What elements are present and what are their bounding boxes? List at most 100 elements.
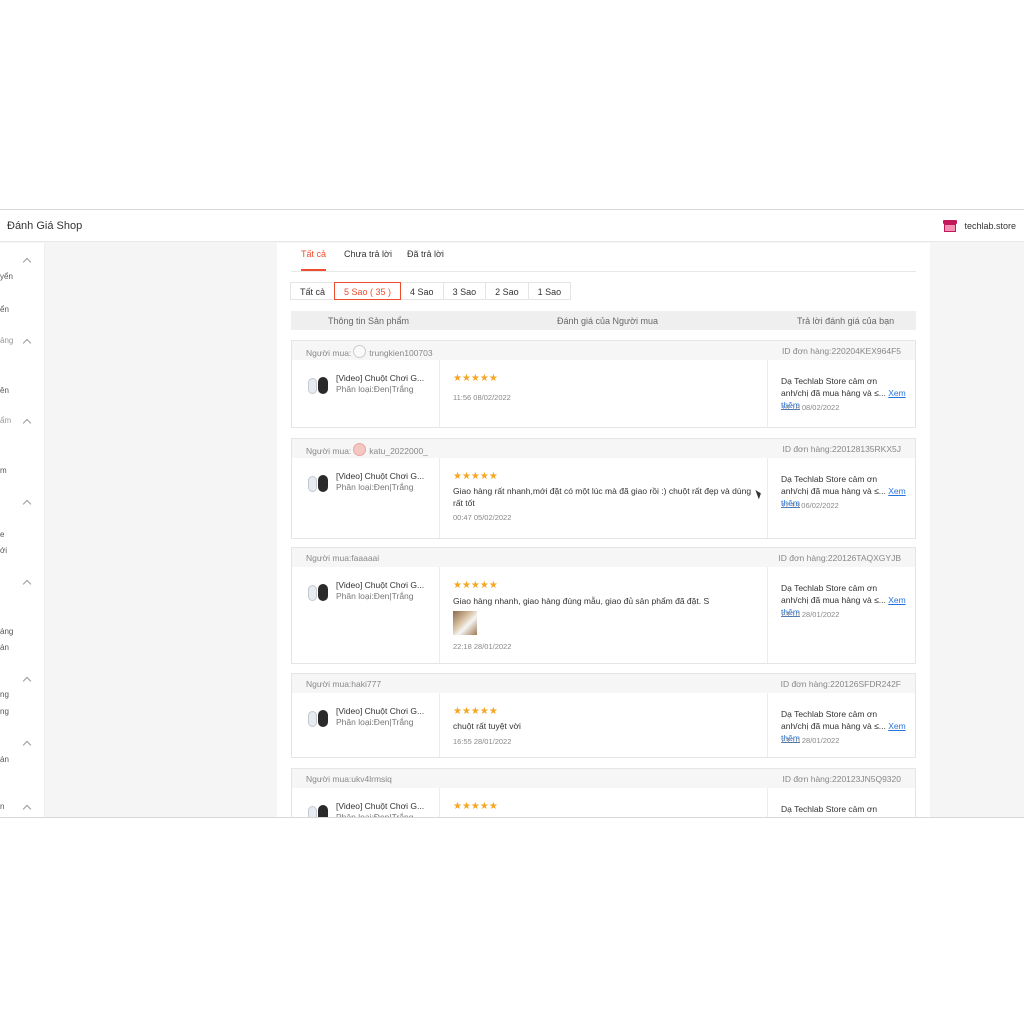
reply-cell: Dạ Techlab Store cảm ơn anh/chị đã mua h… — [767, 567, 915, 663]
product-thumbnail[interactable] — [306, 376, 330, 396]
product-variant: Phân loại:Đen|Trắng — [336, 812, 414, 818]
review-row: Người mua:haki777 ID đơn hàng:220126SFDR… — [291, 673, 916, 758]
buyer-info: Người mua: katu_2022000_ — [306, 443, 428, 457]
order-id[interactable]: ID đơn hàng:220126TAQXGYJB — [778, 553, 901, 563]
filter-1-star[interactable]: 1 Sao — [527, 282, 572, 300]
sidebar-item[interactable]: án — [0, 755, 9, 764]
sidebar-item[interactable]: ng — [0, 707, 9, 716]
filter-all[interactable]: Tất cả — [290, 282, 336, 300]
star-icon: ★★★★★ — [453, 801, 498, 812]
reply-time: 23:10 28/01/2022 — [781, 736, 840, 745]
product-cell: [Video] Chuột Chơi G... Phân loại:Đen|Tr… — [292, 788, 440, 818]
review-photo[interactable] — [453, 611, 477, 635]
star-filter: Tất cả 5 Sao ( 35 ) 4 Sao 3 Sao 2 Sao 1 … — [290, 282, 572, 300]
product-variant: Phân loại:Đen|Trắng — [336, 384, 414, 394]
rating-stars: ★★★★★ — [453, 472, 500, 482]
chevron-up-icon[interactable] — [22, 676, 32, 686]
table-header: Thông tin Sản phẩm Đánh giá của Người mu… — [291, 311, 916, 330]
tab-replied[interactable]: Đã trả lời — [407, 249, 444, 269]
rating-stars: ★★★★★ — [453, 581, 500, 591]
product-name[interactable]: [Video] Chuột Chơi G... — [336, 373, 431, 383]
review-row: Người mua:ukv4lrmsiq ID đơn hàng:220123J… — [291, 768, 916, 818]
buyer-username[interactable]: trungkien100703 — [369, 348, 432, 358]
filter-5-star[interactable]: 5 Sao ( 35 ) — [334, 282, 402, 300]
app-window: Đánh Giá Shop techlab.store yển ển ảng ê… — [0, 209, 1024, 818]
star-icon: ★★★★★ — [453, 706, 498, 717]
avatar — [353, 443, 367, 456]
product-name[interactable]: [Video] Chuột Chơi G... — [336, 471, 431, 481]
review-time: 22:18 28/01/2022 — [453, 642, 512, 651]
avatar — [353, 345, 367, 358]
sidebar-item[interactable]: án — [0, 643, 9, 652]
tab-unreplied[interactable]: Chưa trả lời — [344, 249, 392, 269]
review-row: Người mua: katu_2022000_ ID đơn hàng:220… — [291, 438, 916, 539]
rating-stars: ★★★★★ — [453, 802, 500, 812]
chevron-up-icon[interactable] — [22, 804, 32, 814]
sidebar-item[interactable]: yển — [0, 272, 13, 281]
product-variant: Phân loại:Đen|Trắng — [336, 591, 414, 601]
filter-4-star[interactable]: 4 Sao — [400, 282, 444, 300]
order-id[interactable]: ID đơn hàng:220123JN5Q9320 — [782, 774, 901, 784]
reply-status-tabs: Tất cả Chưa trả lời Đã trả lời — [291, 243, 916, 272]
page-title: Đánh Giá Shop — [7, 219, 83, 232]
review-cell: ★★★★★ chuột rất tuyệt vời 16:55 28/01/20… — [439, 693, 768, 757]
star-icon: ★★★★★ — [453, 580, 498, 591]
chevron-up-icon[interactable] — [22, 338, 32, 348]
review-cell: ★★★★★ Giao hàng nhanh, giao hàng đúng mẫ… — [439, 567, 768, 663]
reply-time: 11:13 06/02/2022 — [781, 501, 839, 510]
product-cell: [Video] Chuột Chơi G... Phân loại:Đen|Tr… — [292, 458, 440, 538]
sidebar-item[interactable]: ên — [0, 386, 9, 395]
tab-all[interactable]: Tất cả — [301, 249, 327, 271]
product-variant: Phân loại:Đen|Trắng — [336, 717, 414, 727]
product-name[interactable]: [Video] Chuột Chơi G... — [336, 706, 431, 716]
review-cell: ★★★★★ Giao hàng rất nhanh,mới đặt có một… — [439, 458, 768, 538]
sidebar-item[interactable]: m — [0, 466, 7, 475]
buyer-info: Người mua:faaaaai — [306, 553, 380, 563]
buyer-info: Người mua:haki777 — [306, 679, 382, 689]
review-time: 16:55 28/01/2022 — [453, 737, 512, 746]
review-cell: ★★★★★ — [439, 788, 768, 817]
order-id[interactable]: ID đơn hàng:220128135RKX5J — [782, 444, 901, 454]
product-thumbnail[interactable] — [306, 709, 330, 729]
star-icon: ★★★★★ — [453, 373, 498, 384]
sidebar: yển ển ảng ên ẩm m e ới áng án ng ng án … — [0, 243, 45, 817]
sidebar-item[interactable]: ển — [0, 305, 9, 314]
buyer-username[interactable]: katu_2022000_ — [369, 446, 428, 456]
chevron-up-icon[interactable] — [22, 579, 32, 589]
product-thumbnail[interactable] — [306, 583, 330, 603]
chevron-up-icon[interactable] — [22, 257, 32, 267]
header-product: Thông tin Sản phẩm — [328, 316, 410, 326]
sidebar-group[interactable]: ẩm — [0, 416, 11, 425]
product-cell: [Video] Chuột Chơi G... Phân loại:Đen|Tr… — [292, 567, 440, 663]
sidebar-item[interactable]: ới — [0, 546, 7, 555]
filter-3-star[interactable]: 3 Sao — [442, 282, 487, 300]
reply-cell: Dạ Techlab Store cảm ơn anh/chị đã mua h… — [767, 458, 915, 538]
chevron-up-icon[interactable] — [22, 740, 32, 750]
reply-time: 16:18 08/02/2022 — [781, 403, 840, 412]
top-bar: Đánh Giá Shop techlab.store — [0, 210, 1024, 242]
chevron-up-icon[interactable] — [22, 418, 32, 428]
product-cell: [Video] Chuột Chơi G... Phân loại:Đen|Tr… — [292, 693, 440, 757]
star-icon: ★★★★★ — [453, 471, 498, 482]
review-header: Người mua:ukv4lrmsiq ID đơn hàng:220123J… — [292, 769, 915, 788]
product-name[interactable]: [Video] Chuột Chơi G... — [336, 801, 431, 811]
shop-account[interactable]: techlab.store — [943, 219, 1024, 232]
rating-stars: ★★★★★ — [453, 707, 500, 717]
sidebar-item[interactable]: ng — [0, 690, 9, 699]
sidebar-item[interactable]: n — [0, 802, 4, 811]
chevron-up-icon[interactable] — [22, 499, 32, 509]
sidebar-group[interactable]: ảng — [0, 336, 13, 345]
buyer-info: Người mua:ukv4lrmsiq — [306, 774, 392, 784]
order-id[interactable]: ID đơn hàng:220126SFDR242F — [781, 679, 901, 689]
sidebar-item[interactable]: áng — [0, 627, 13, 636]
review-header: Người mua:faaaaai ID đơn hàng:220126TAQX… — [292, 548, 915, 567]
review-header: Người mua: katu_2022000_ ID đơn hàng:220… — [292, 439, 915, 458]
filter-2-star[interactable]: 2 Sao — [485, 282, 529, 300]
review-header: Người mua:haki777 ID đơn hàng:220126SFDR… — [292, 674, 915, 693]
product-thumbnail[interactable] — [306, 804, 330, 817]
sidebar-item[interactable]: e — [0, 530, 4, 539]
rating-stars: ★★★★★ — [453, 374, 500, 384]
order-id[interactable]: ID đơn hàng:220204KEX964F5 — [782, 346, 901, 356]
product-thumbnail[interactable] — [306, 474, 330, 494]
product-name[interactable]: [Video] Chuột Chơi G... — [336, 580, 431, 590]
